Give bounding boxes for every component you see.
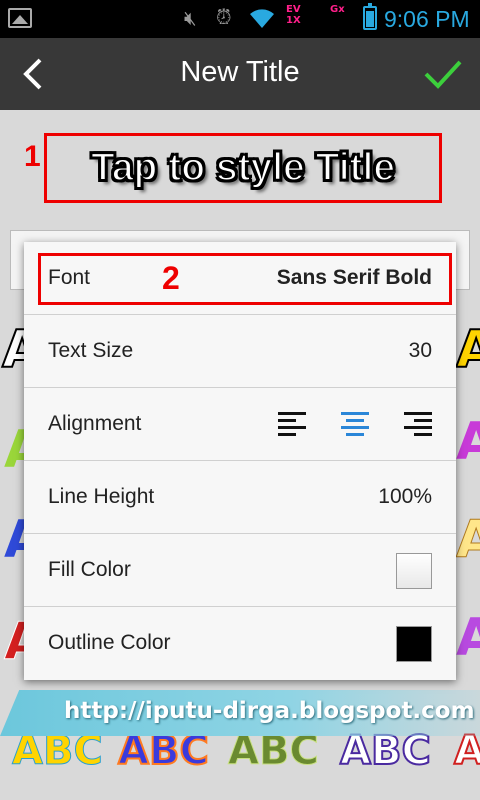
alignment-label: Alignment (48, 412, 142, 435)
fill-color-swatch[interactable] (396, 553, 432, 589)
align-center-icon[interactable] (341, 412, 369, 440)
style-sample[interactable]: A (455, 319, 480, 381)
alignment-row: Alignment (24, 388, 456, 461)
signal-gx-indicator: Gx (330, 4, 345, 15)
font-label: Font (48, 266, 91, 289)
outline-color-row[interactable]: Outline Color (24, 607, 456, 680)
gallery-notification-icon (8, 8, 32, 28)
step-2-label: 2 (162, 260, 180, 296)
wifi-icon (248, 4, 276, 37)
watermark-text: http://iputu-dirga.blogspot.com (64, 698, 475, 724)
line-height-row[interactable]: Line Height 100% (24, 461, 456, 534)
fill-color-row[interactable]: Fill Color (24, 534, 456, 607)
action-bar: New Title (0, 38, 480, 110)
line-height-label: Line Height (48, 485, 155, 508)
page-title: New Title (180, 56, 300, 88)
status-time: 9:06 PM (384, 6, 470, 32)
style-sample[interactable]: A (455, 510, 480, 571)
step-1-label: 1 (24, 140, 41, 173)
align-left-icon[interactable] (278, 412, 306, 440)
outline-color-swatch[interactable] (396, 626, 432, 662)
checkmark-icon (424, 60, 462, 89)
text-size-row[interactable]: Text Size 30 (24, 315, 456, 388)
style-sample[interactable]: A (456, 608, 480, 668)
confirm-button[interactable] (420, 52, 466, 96)
text-size-value: 30 (408, 339, 432, 362)
title-preview-text: Tap to style Title (90, 145, 396, 190)
font-row[interactable]: Font 2 Sans Serif Bold (24, 242, 456, 315)
style-sample[interactable]: A (456, 412, 480, 472)
title-preview[interactable]: Tap to style Title (44, 133, 442, 203)
signal-ev-indicator: EV 1X (286, 4, 301, 26)
align-right-icon[interactable] (404, 412, 432, 440)
battery-icon (363, 3, 377, 30)
style-options-popup: Font 2 Sans Serif Bold Text Size 30 Alig… (24, 242, 456, 680)
text-size-label: Text Size (48, 339, 134, 362)
alarm-icon: ⏰︎ (216, 7, 232, 29)
line-height-value: 100% (378, 485, 432, 508)
mute-icon: 🔇︎ (184, 8, 197, 30)
status-bar: 🔇︎ ⏰︎ EV 1X Gx 9:06 PM (0, 0, 480, 38)
fill-color-label: Fill Color (48, 558, 131, 581)
font-value: Sans Serif Bold (276, 266, 432, 289)
outline-color-label: Outline Color (48, 631, 171, 654)
